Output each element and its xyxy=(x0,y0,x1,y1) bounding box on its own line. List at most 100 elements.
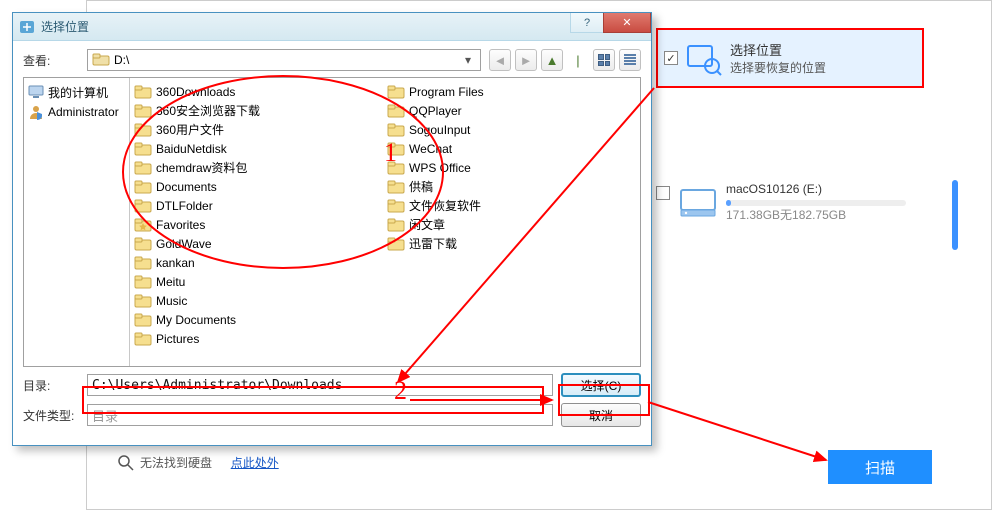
folder-item[interactable]: BaiduNetdisk xyxy=(132,139,385,158)
folder-name: SogouInput xyxy=(409,123,470,137)
folder-icon xyxy=(134,236,152,252)
folder-item[interactable]: 供稿 xyxy=(385,177,638,196)
nav-up-button[interactable]: ▲ xyxy=(541,49,563,71)
harddisk-icon xyxy=(678,182,718,222)
folder-name: BaiduNetdisk xyxy=(156,142,227,156)
folder-item[interactable]: 360Downloads xyxy=(132,82,385,101)
type-label: 文件类型: xyxy=(23,407,79,424)
folder-item[interactable]: Meitu xyxy=(132,272,385,291)
cancel-button[interactable]: 取消 xyxy=(561,403,641,427)
folder-name: Documents xyxy=(156,180,217,194)
view-large-icons-button[interactable] xyxy=(593,49,615,71)
drive-item-e[interactable]: macOS10126 (E:) 171.38GB无182.75GB xyxy=(656,182,936,223)
dialog-titlebar[interactable]: 选择位置 ? ✕ xyxy=(13,13,651,41)
file-browser: 我的计算机 Administrator 360Downloads360安全浏览器… xyxy=(23,77,641,367)
scan-button-label: 扫描 xyxy=(865,457,895,478)
location-checkbox[interactable]: ✓ xyxy=(664,51,678,65)
folder-item[interactable]: Program Files xyxy=(385,82,638,101)
folder-name: 360用户文件 xyxy=(156,121,224,138)
folder-item[interactable]: 迅雷下载 xyxy=(385,234,638,253)
tree-my-computer[interactable]: 我的计算机 xyxy=(26,82,127,102)
computer-icon xyxy=(28,84,44,100)
folder-name: Program Files xyxy=(409,85,484,99)
folder-name: 迅雷下载 xyxy=(409,235,457,252)
choose-location-dialog: 选择位置 ? ✕ 查看: D:\ ▾ ◄ ► ▲ | xyxy=(12,12,652,446)
folder-name: 供稿 xyxy=(409,178,433,195)
folder-item[interactable]: SogouInput xyxy=(385,120,638,139)
folder-item[interactable]: WPS Office xyxy=(385,158,638,177)
places-tree[interactable]: 我的计算机 Administrator xyxy=(24,78,130,366)
filetype-input xyxy=(87,404,553,426)
folder-item[interactable]: My Documents xyxy=(132,310,385,329)
folder-icon xyxy=(134,331,152,347)
folder-item[interactable]: GoldWave xyxy=(132,234,385,253)
drive-usage-bar xyxy=(726,200,906,206)
folder-name: Music xyxy=(156,294,187,308)
folder-icon xyxy=(134,217,152,233)
choose-button[interactable]: 选择(C) xyxy=(561,373,641,397)
click-here-link[interactable]: 点此处外 xyxy=(231,454,279,471)
folder-item[interactable]: WeChat xyxy=(385,139,638,158)
cant-find-disk-row: 无法找到硬盘 点此处外 xyxy=(118,454,279,471)
lookin-dropdown[interactable]: D:\ ▾ xyxy=(87,49,481,71)
folder-browse-icon xyxy=(686,40,722,76)
folder-icon xyxy=(387,103,405,119)
folder-icon xyxy=(134,312,152,328)
nav-sep: | xyxy=(567,49,589,71)
folder-item[interactable]: Pictures xyxy=(132,329,385,348)
close-button[interactable]: ✕ xyxy=(603,13,651,33)
folder-icon xyxy=(134,84,152,100)
folder-item[interactable]: chemdraw资料包 xyxy=(132,158,385,177)
drive-icon xyxy=(92,52,110,68)
folder-name: chemdraw资料包 xyxy=(156,159,247,176)
folder-icon xyxy=(134,198,152,214)
folder-item[interactable]: QQPlayer xyxy=(385,101,638,120)
chevron-down-icon[interactable]: ▾ xyxy=(460,53,476,67)
folder-name: QQPlayer xyxy=(409,104,462,118)
annotation-label-1: 1 xyxy=(384,138,397,168)
folder-name: Pictures xyxy=(156,332,199,346)
tree-user[interactable]: Administrator xyxy=(26,102,127,122)
folder-icon xyxy=(134,293,152,309)
filetype-row: 文件类型: 取消 xyxy=(13,397,651,427)
lookin-path: D:\ xyxy=(114,53,460,67)
folder-name: DTLFolder xyxy=(156,199,213,213)
right-scrollbar[interactable] xyxy=(952,180,958,250)
dialog-title: 选择位置 xyxy=(41,18,571,35)
folder-name: 360安全浏览器下载 xyxy=(156,102,260,119)
folder-name: Favorites xyxy=(156,218,205,232)
scan-button[interactable]: 扫描 xyxy=(828,450,932,484)
tree-item-label: Administrator xyxy=(48,105,119,119)
folder-item[interactable]: 文件恢复软件 xyxy=(385,196,638,215)
folder-icon xyxy=(387,236,405,252)
view-list-button[interactable] xyxy=(619,49,641,71)
folder-item[interactable]: Favorites xyxy=(132,215,385,234)
folder-icon xyxy=(387,198,405,214)
nav-fwd-button[interactable]: ► xyxy=(515,49,537,71)
tree-item-label: 我的计算机 xyxy=(48,84,108,101)
directory-input[interactable] xyxy=(87,374,553,396)
folder-item[interactable]: kankan xyxy=(132,253,385,272)
folder-icon xyxy=(387,122,405,138)
cancel-button-label: 取消 xyxy=(589,407,613,424)
dir-label: 目录: xyxy=(23,377,79,394)
folder-icon xyxy=(387,179,405,195)
folder-list[interactable]: 360Downloads360安全浏览器下载 360用户文件 BaiduNetdis… xyxy=(130,78,640,366)
app-icon xyxy=(19,19,35,35)
lookin-row: 查看: D:\ ▾ ◄ ► ▲ | xyxy=(13,41,651,77)
folder-item[interactable]: DTLFolder xyxy=(132,196,385,215)
folder-icon xyxy=(134,255,152,271)
folder-name: Meitu xyxy=(156,275,185,289)
folder-name: WPS Office xyxy=(409,161,471,175)
drive-checkbox[interactable] xyxy=(656,186,670,200)
help-button[interactable]: ? xyxy=(570,13,604,33)
folder-icon xyxy=(387,84,405,100)
folder-item[interactable]: 360安全浏览器下载 xyxy=(132,101,385,120)
location-selection-card[interactable]: ✓ 选择位置 选择要恢复的位置 xyxy=(656,28,924,88)
folder-item[interactable]: Music xyxy=(132,291,385,310)
folder-item[interactable]: 360用户文件 xyxy=(132,120,385,139)
location-card-text: 选择位置 选择要恢复的位置 xyxy=(730,40,826,76)
nav-back-button[interactable]: ◄ xyxy=(489,49,511,71)
folder-item[interactable]: 闲文章 xyxy=(385,215,638,234)
folder-item[interactable]: Documents xyxy=(132,177,385,196)
